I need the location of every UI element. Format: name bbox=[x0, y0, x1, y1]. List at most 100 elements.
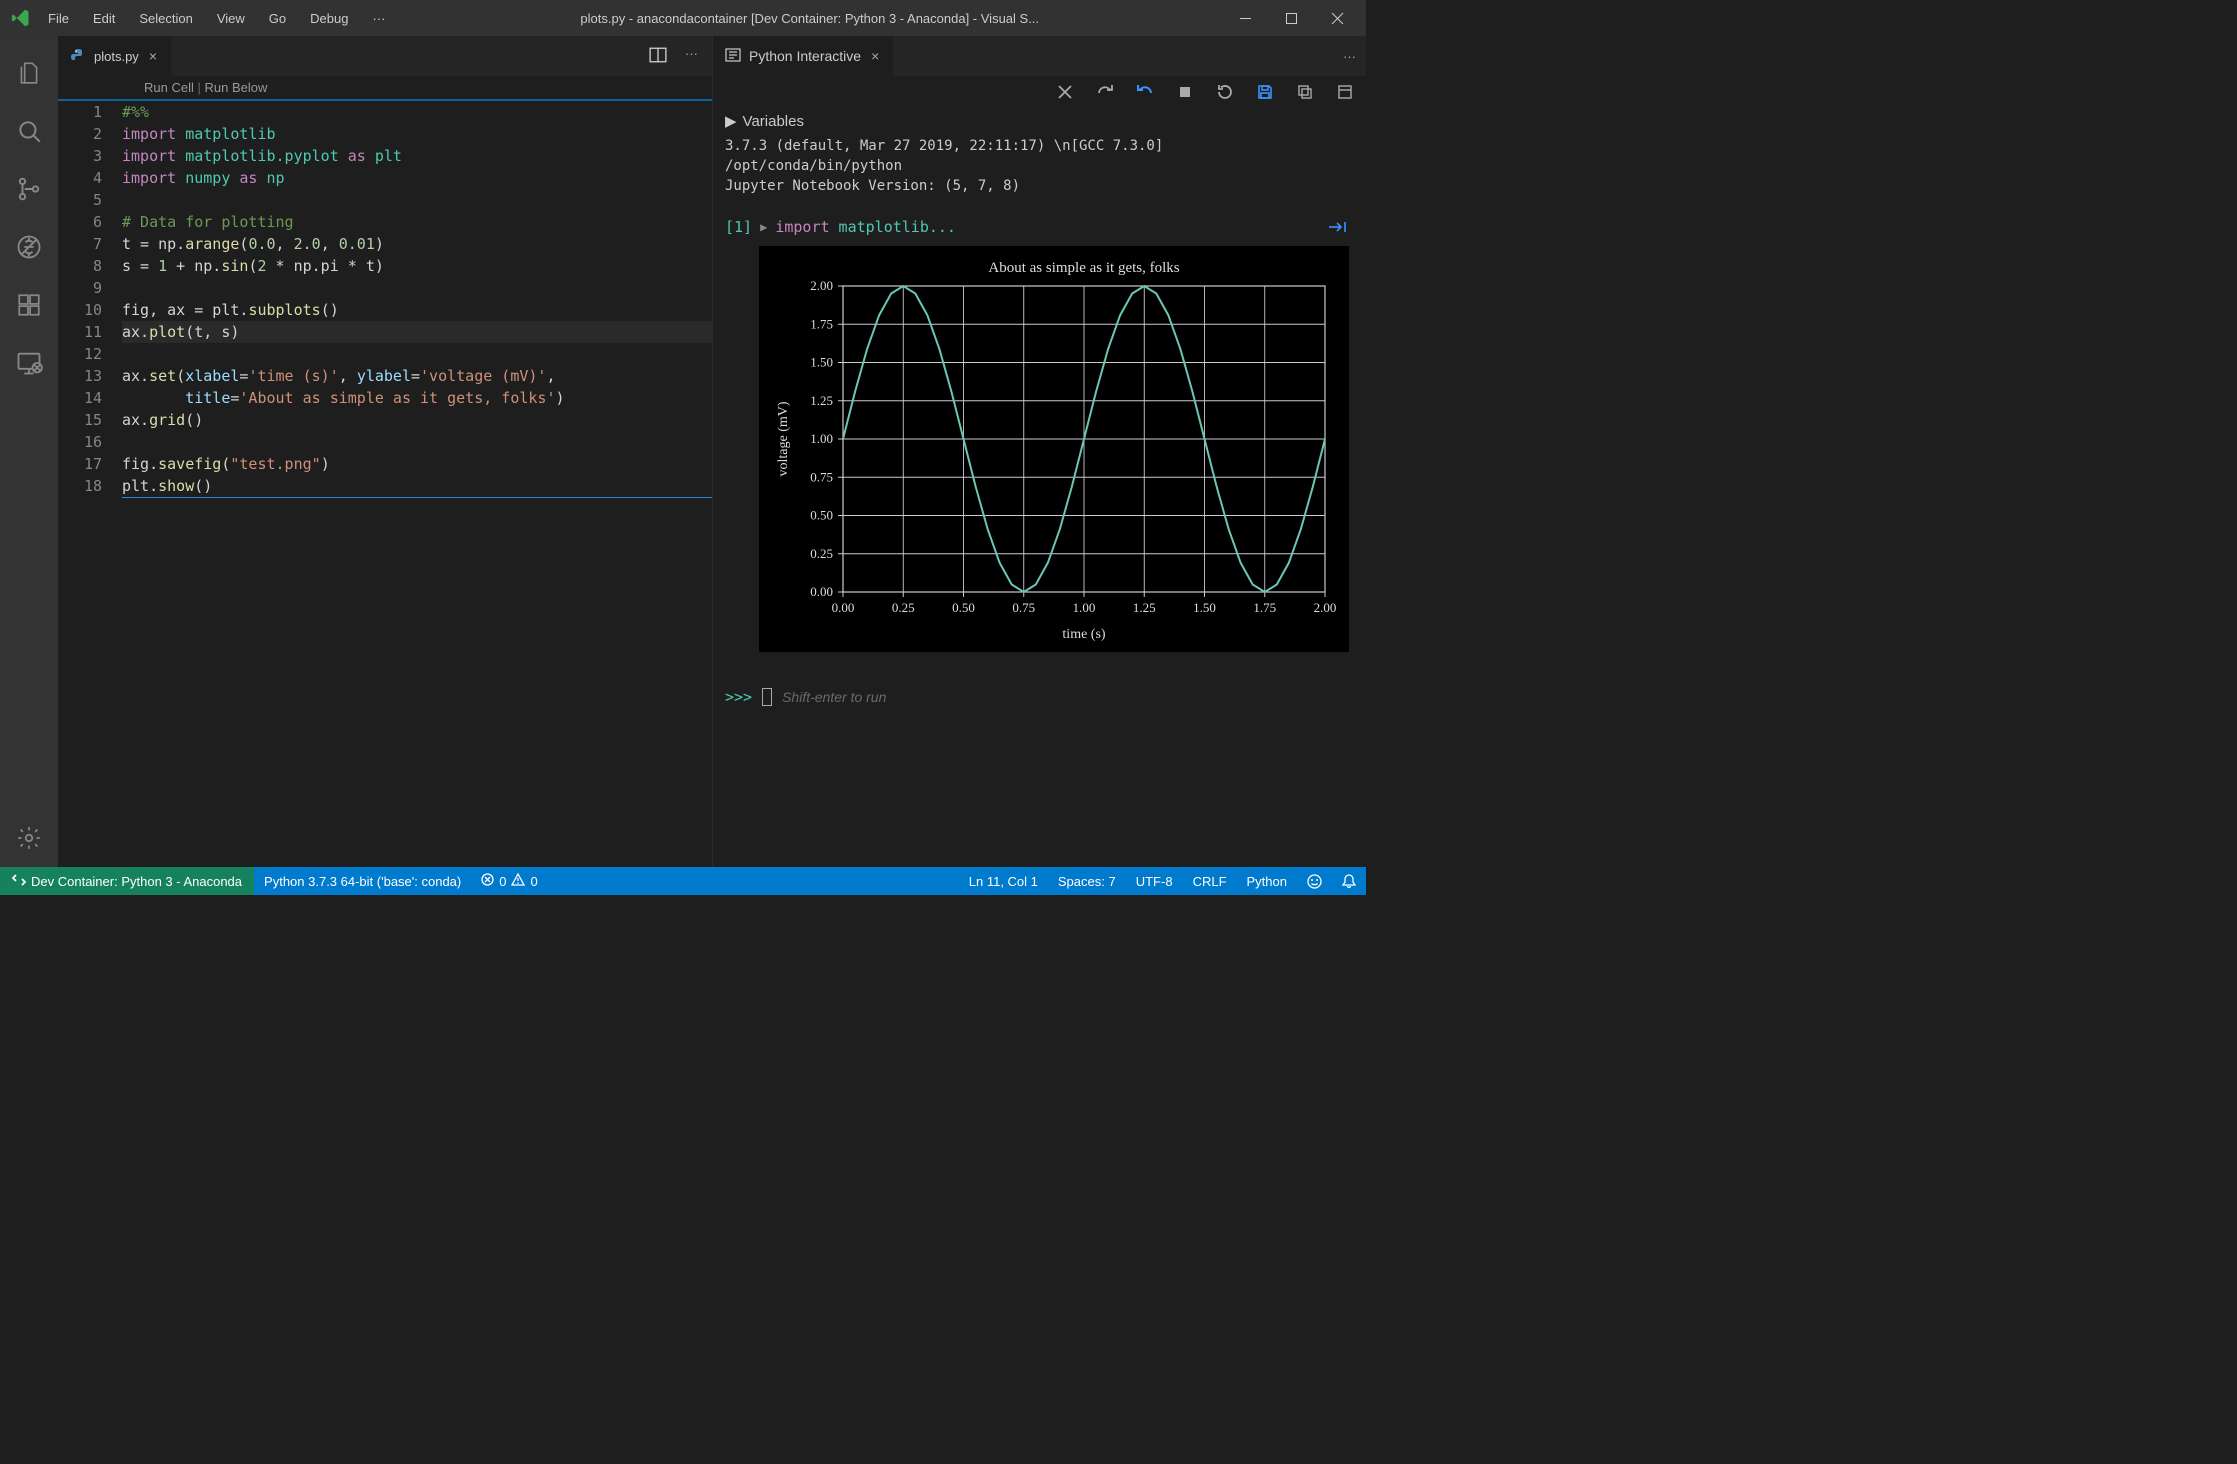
tab-label: plots.py bbox=[94, 49, 139, 64]
split-editor-icon[interactable] bbox=[649, 46, 667, 67]
cursor-position[interactable]: Ln 11, Col 1 bbox=[959, 867, 1048, 895]
console-output: 3.7.3 (default, Mar 27 2019, 22:11:17) \… bbox=[713, 134, 1366, 204]
python-env[interactable]: Python 3.7.3 64-bit ('base': conda) bbox=[254, 867, 471, 895]
maximize-button[interactable] bbox=[1268, 0, 1314, 36]
editor-group-left: plots.py × ··· Run Cell | Run Below 1 bbox=[58, 36, 713, 867]
python-file-icon bbox=[70, 48, 86, 64]
svg-text:1.50: 1.50 bbox=[1193, 600, 1216, 615]
search-icon[interactable] bbox=[0, 102, 58, 160]
activity-bar bbox=[0, 36, 58, 867]
editor-area: plots.py × ··· Run Cell | Run Below 1 bbox=[58, 36, 1366, 867]
menu-go[interactable]: Go bbox=[257, 5, 298, 32]
menu-bar: File Edit Selection View Go Debug ··· bbox=[36, 5, 397, 32]
save-icon[interactable] bbox=[1256, 83, 1274, 101]
undo-icon[interactable] bbox=[1136, 83, 1154, 101]
source-control-icon[interactable] bbox=[0, 160, 58, 218]
svg-text:2.00: 2.00 bbox=[1314, 600, 1337, 615]
remote-indicator[interactable]: Dev Container: Python 3 - Anaconda bbox=[0, 867, 254, 895]
vscode-logo-icon bbox=[6, 8, 36, 28]
code-content[interactable]: #%% import matplotlib import matplotlib.… bbox=[122, 101, 712, 498]
extensions-icon[interactable] bbox=[0, 276, 58, 334]
plot-svg: About as simple as it gets, folks 0.00 0.2… bbox=[769, 256, 1339, 646]
problems[interactable]: 0 0 bbox=[471, 867, 547, 895]
code-body[interactable]: 123456789101112131415161718 #%% import m… bbox=[58, 101, 712, 498]
redo-icon[interactable] bbox=[1096, 83, 1114, 101]
eol[interactable]: CRLF bbox=[1183, 867, 1237, 895]
notifications-icon[interactable] bbox=[1332, 867, 1366, 895]
variables-section[interactable]: ▶ Variables bbox=[713, 108, 1366, 134]
interactive-tabs: Python Interactive × ··· bbox=[713, 36, 1366, 76]
remote-explorer-icon[interactable] bbox=[0, 334, 58, 392]
svg-text:1.25: 1.25 bbox=[1133, 600, 1156, 615]
variables-label: Variables bbox=[743, 113, 804, 130]
interactive-toolbar bbox=[713, 76, 1366, 108]
tab-close-icon[interactable]: × bbox=[869, 46, 881, 66]
close-button[interactable] bbox=[1314, 0, 1360, 36]
language-mode[interactable]: Python bbox=[1237, 867, 1297, 895]
more-actions-icon[interactable]: ··· bbox=[685, 46, 698, 67]
svg-text:1.75: 1.75 bbox=[1253, 600, 1276, 615]
window-controls bbox=[1222, 0, 1360, 36]
svg-text:About as simple as it gets, fo: About as simple as it gets, folks bbox=[988, 260, 1179, 276]
error-icon bbox=[481, 873, 494, 889]
plot-output: About as simple as it gets, folks 0.00 0.2… bbox=[759, 246, 1349, 652]
chevron-right-icon: ▶ bbox=[725, 112, 737, 130]
main-row: plots.py × ··· Run Cell | Run Below 1 bbox=[0, 36, 1366, 867]
svg-text:time (s): time (s) bbox=[1062, 627, 1105, 642]
titlebar: File Edit Selection View Go Debug ··· pl… bbox=[0, 0, 1366, 36]
feedback-icon[interactable] bbox=[1297, 867, 1332, 895]
tab-plots-py[interactable]: plots.py × bbox=[58, 36, 172, 76]
explorer-icon[interactable] bbox=[0, 44, 58, 102]
goto-cell-icon[interactable] bbox=[1328, 220, 1348, 234]
remote-icon bbox=[12, 873, 26, 890]
menu-selection[interactable]: Selection bbox=[127, 5, 204, 32]
menu-overflow[interactable]: ··· bbox=[360, 5, 397, 32]
input-placeholder: Shift-enter to run bbox=[782, 689, 886, 705]
svg-text:1.00: 1.00 bbox=[1073, 600, 1096, 615]
encoding[interactable]: UTF-8 bbox=[1126, 867, 1183, 895]
svg-text:0.00: 0.00 bbox=[832, 600, 855, 615]
svg-text:1.25: 1.25 bbox=[810, 393, 833, 408]
more-actions-icon[interactable]: ··· bbox=[1343, 49, 1366, 64]
warning-icon bbox=[511, 873, 525, 889]
menu-file[interactable]: File bbox=[36, 5, 81, 32]
menu-view[interactable]: View bbox=[205, 5, 257, 32]
cancel-icon[interactable] bbox=[1056, 83, 1074, 101]
editor-group-right: Python Interactive × ··· ▶ bbox=[713, 36, 1366, 867]
svg-text:0.50: 0.50 bbox=[810, 508, 833, 523]
svg-text:voltage (mV): voltage (mV) bbox=[776, 401, 791, 476]
interrupt-icon[interactable] bbox=[1176, 83, 1194, 101]
svg-text:1.50: 1.50 bbox=[810, 355, 833, 370]
codelens-run-cell[interactable]: Run Cell bbox=[144, 80, 194, 95]
expand-icon[interactable] bbox=[1336, 83, 1354, 101]
input-prompt: >>> bbox=[725, 688, 752, 706]
export-icon[interactable] bbox=[1296, 83, 1314, 101]
svg-text:0.50: 0.50 bbox=[952, 600, 975, 615]
line-numbers: 123456789101112131415161718 bbox=[58, 101, 122, 498]
settings-gear-icon[interactable] bbox=[0, 809, 58, 867]
tab-close-icon[interactable]: × bbox=[147, 46, 159, 66]
cell-index: [1] bbox=[725, 218, 752, 236]
tab-python-interactive[interactable]: Python Interactive × bbox=[713, 36, 893, 76]
input-cursor[interactable] bbox=[762, 688, 772, 706]
debug-disabled-icon[interactable] bbox=[0, 218, 58, 276]
codelens-row: Run Cell | Run Below bbox=[58, 76, 712, 101]
window-title: plots.py - anacondacontainer [Dev Contai… bbox=[397, 11, 1222, 26]
minimize-button[interactable] bbox=[1222, 0, 1268, 36]
tab-label: Python Interactive bbox=[749, 48, 861, 64]
svg-text:0.75: 0.75 bbox=[1012, 600, 1035, 615]
interactive-input-row[interactable]: >>> Shift-enter to run bbox=[713, 680, 1366, 714]
status-bar: Dev Container: Python 3 - Anaconda Pytho… bbox=[0, 867, 1366, 895]
indentation[interactable]: Spaces: 7 bbox=[1048, 867, 1126, 895]
svg-text:0.00: 0.00 bbox=[810, 584, 833, 599]
menu-edit[interactable]: Edit bbox=[81, 5, 127, 32]
editor-actions: ··· bbox=[649, 46, 712, 67]
chevron-right-icon: ▶ bbox=[760, 220, 767, 234]
svg-text:0.25: 0.25 bbox=[892, 600, 915, 615]
restart-icon[interactable] bbox=[1216, 83, 1234, 101]
menu-debug[interactable]: Debug bbox=[298, 5, 360, 32]
preview-icon bbox=[725, 47, 741, 66]
editor-tabs: plots.py × ··· bbox=[58, 36, 712, 76]
codelens-run-below[interactable]: Run Below bbox=[204, 80, 267, 95]
cell-header[interactable]: [1] ▶ import matplotlib... bbox=[713, 204, 1366, 240]
